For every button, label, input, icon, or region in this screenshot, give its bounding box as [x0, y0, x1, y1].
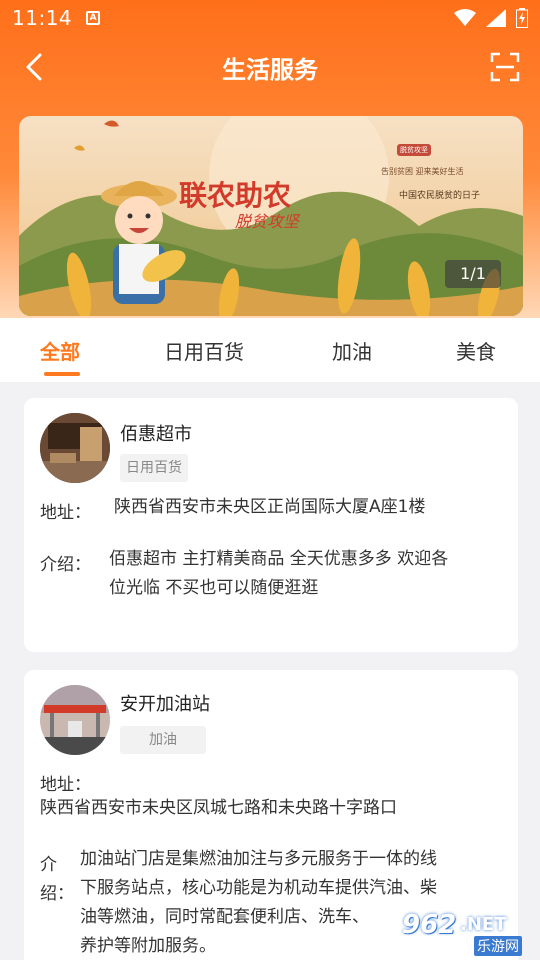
tab-all[interactable]: 全部: [40, 336, 80, 365]
store-name: 安开加油站: [120, 694, 210, 715]
category-tabs: 全部 日用百货 加油 美食: [0, 318, 540, 382]
store-card[interactable]: 佰惠超市 日用百货 地址： 陕西省西安市未央区正尚国际大厦A座1楼 介绍： 佰惠…: [24, 398, 518, 652]
site-watermark: 962 .NET 乐游网: [402, 910, 536, 958]
store-category-tag: 加油: [120, 726, 206, 754]
tab-daily-goods[interactable]: 日用百货: [164, 336, 244, 365]
active-tab-indicator: [44, 372, 80, 376]
watermark-subtitle: 乐游网: [474, 936, 522, 956]
store-intro-line: 养护等附加服务。: [80, 936, 216, 956]
banner-badge: 脱贫攻坚: [400, 146, 428, 154]
signal-icon: [486, 9, 506, 27]
intro-label: 介绍：: [40, 555, 91, 575]
tab-food[interactable]: 美食: [456, 336, 496, 365]
status-time: 11:14: [12, 6, 73, 30]
banner-tagline: 中国农民脱贫的日子: [399, 191, 481, 201]
scan-icon[interactable]: [490, 52, 520, 82]
store-intro-line: 加油站门店是集燃油加注与多元服务于一体的线: [80, 849, 437, 869]
store-avatar: [40, 685, 110, 755]
store-address: 陕西省西安市未央区正尚国际大厦A座1楼: [114, 497, 426, 517]
promo-banner[interactable]: 脱贫攻坚 告别贫困 迎来美好生活 中国农民脱贫的日子 联农助农 脱贫攻坚 1/1: [19, 116, 523, 316]
banner-subline: 脱贫攻坚: [235, 212, 300, 231]
app-notification-icon: A: [86, 11, 101, 25]
banner-page-counter: 1/1: [445, 260, 501, 288]
store-address: 陕西省西安市未央区凤城七路和未央路十字路口: [40, 798, 397, 818]
watermark-number: 962: [402, 910, 457, 940]
store-intro-line: 佰惠超市 主打精美商品 全天优惠多多 欢迎各: [109, 549, 449, 569]
wifi-icon: [454, 9, 476, 26]
store-intro-line: 下服务站点，核心功能是为机动车提供汽油、柴: [80, 878, 437, 898]
address-label: 地址：: [40, 503, 91, 523]
nav-bar: 生活服务: [0, 36, 540, 98]
store-name: 佰惠超市: [120, 424, 192, 445]
store-category-tag: 日用百货: [120, 454, 188, 482]
status-bar: 11:14 A: [0, 0, 540, 36]
store-intro-line: 油等燃油，同时常配套便利店、洗车、: [80, 907, 369, 927]
watermark-suffix: .NET: [460, 914, 507, 935]
address-label: 地址：: [40, 775, 91, 795]
battery-icon: [516, 8, 528, 28]
store-intro-line: 位光临 不买也可以随便逛逛: [109, 578, 319, 598]
intro-label: 介: [40, 855, 57, 875]
page-title: 生活服务: [222, 56, 318, 84]
store-avatar: [40, 413, 110, 483]
banner-small-text: 告别贫困 迎来美好生活: [381, 167, 464, 176]
tab-fuel[interactable]: 加油: [332, 336, 372, 365]
intro-label: 绍：: [40, 884, 74, 904]
